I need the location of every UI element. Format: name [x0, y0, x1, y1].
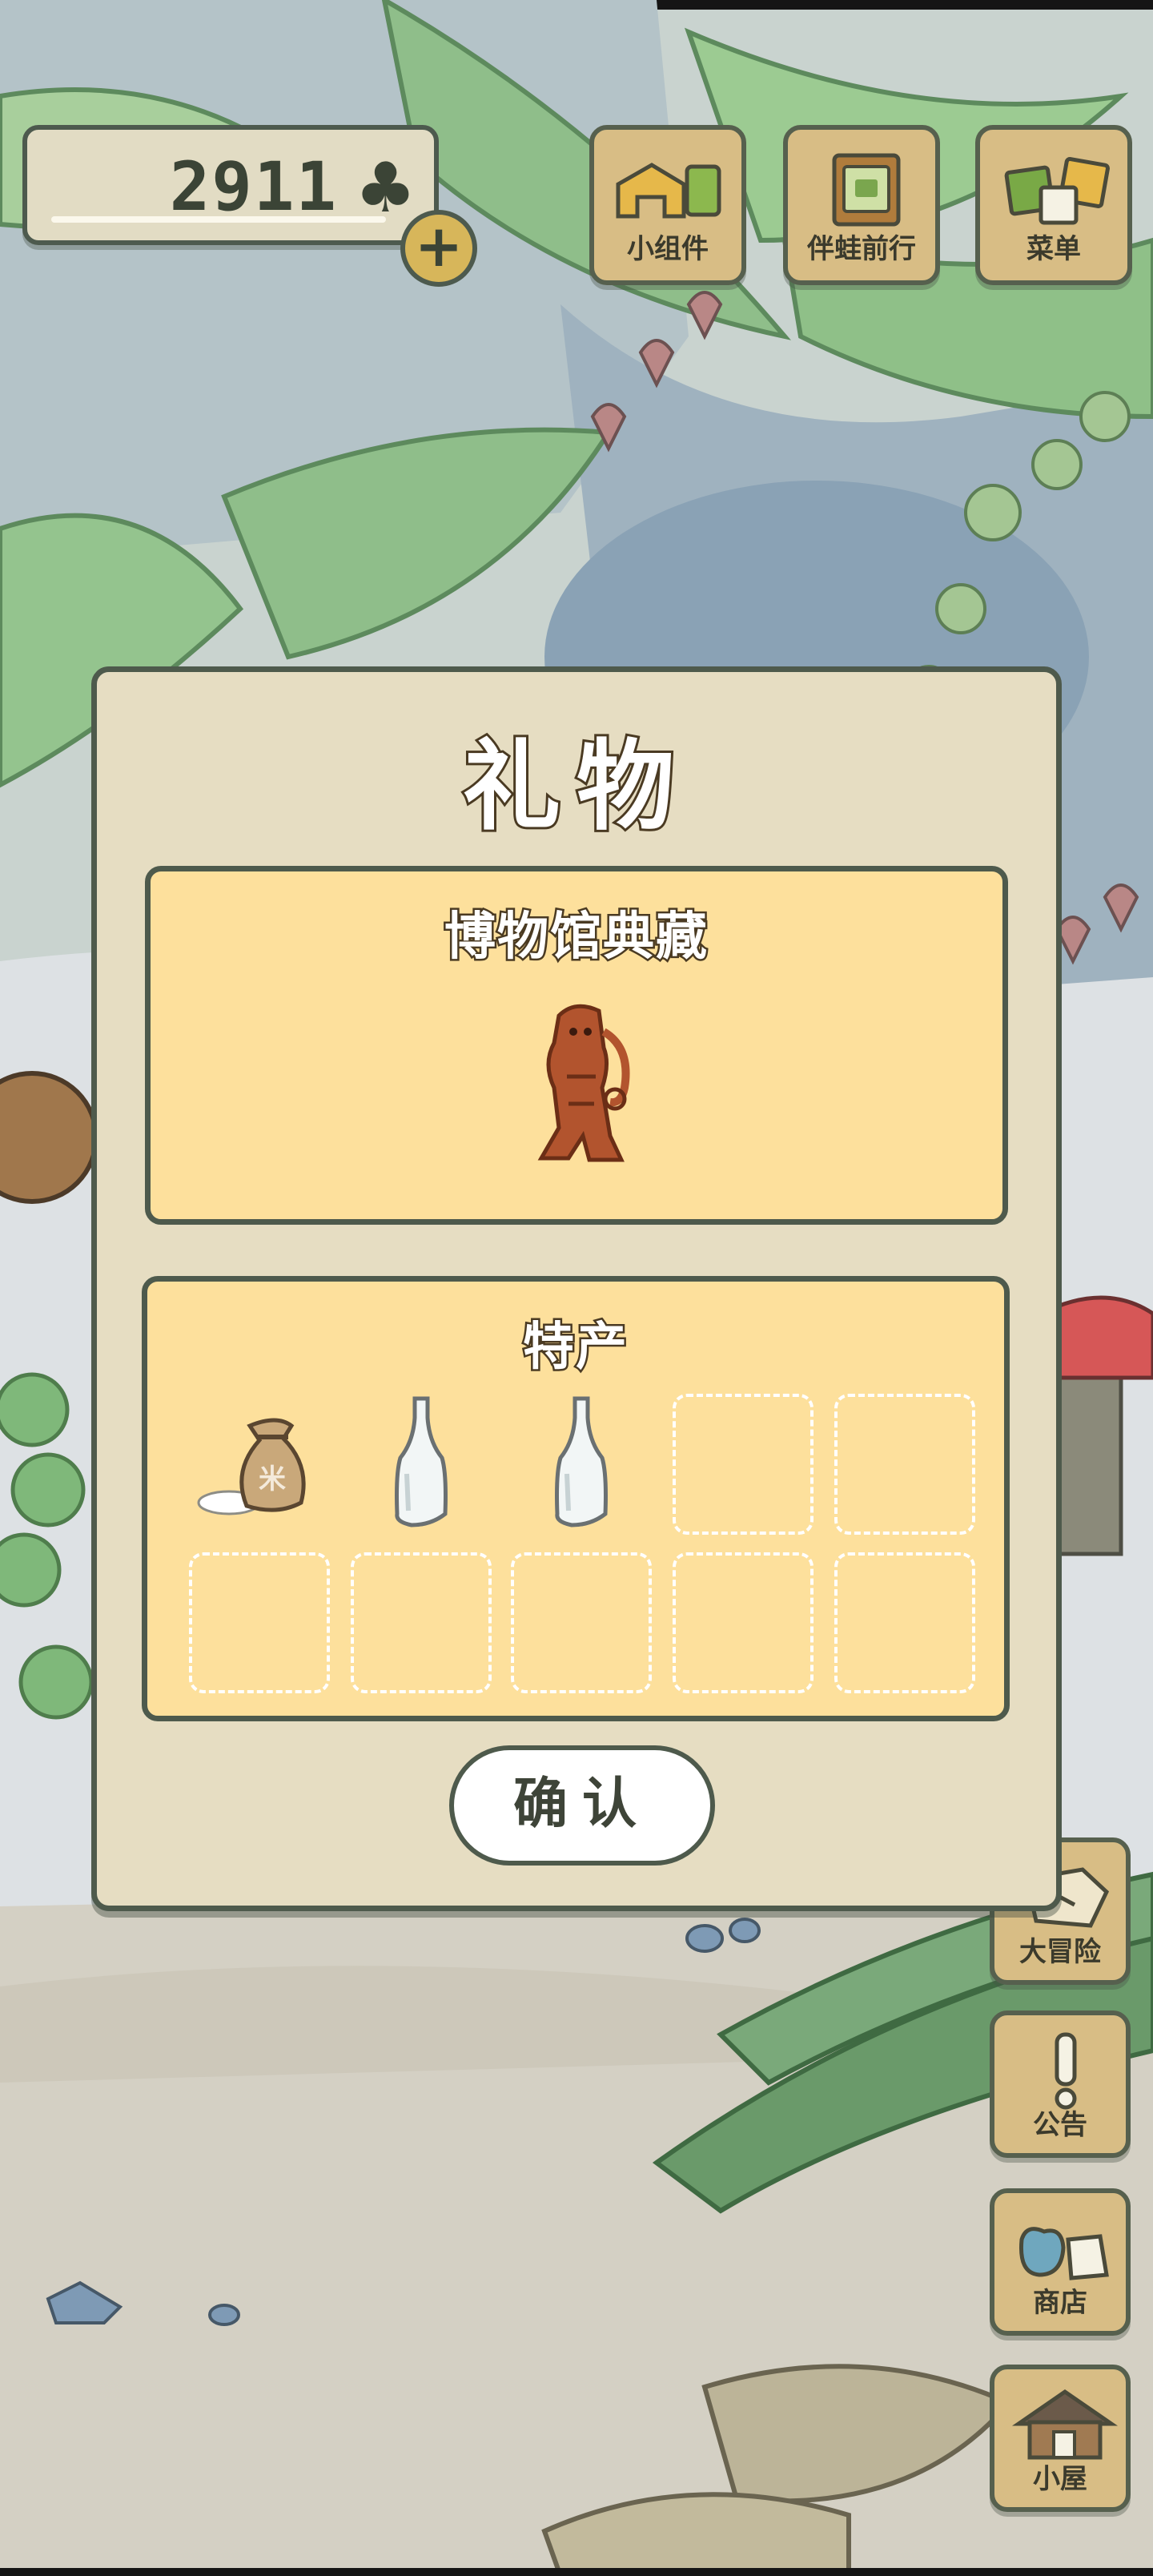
- shop-button-label: 商店: [1033, 2287, 1087, 2319]
- specialty-slot-empty: [511, 1552, 652, 1693]
- specialty-slot-empty: [834, 1394, 975, 1535]
- specialty-slot-empty: [189, 1552, 330, 1693]
- companion-button-label: 伴蛙前行: [807, 233, 916, 265]
- menu-cards-icon: [1004, 157, 1110, 225]
- companion-book-icon: [832, 153, 901, 227]
- adventure-button-label: 大冒险: [1019, 1936, 1101, 1968]
- notice-button-label: 公告: [1033, 2109, 1087, 2141]
- specialty-slot-bottle-1[interactable]: [351, 1394, 492, 1535]
- museum-collection-panel: 博物馆典藏: [145, 866, 1008, 1225]
- house-button-label: 小屋: [1033, 2463, 1087, 2495]
- glass-bottle-icon: [555, 1396, 608, 1527]
- specialty-heading: 特产: [521, 1316, 629, 1379]
- specialty-slot-bottle-2[interactable]: [511, 1394, 652, 1535]
- specialty-panel: 特产 米: [142, 1276, 1010, 1721]
- dialog-title: 礼物: [460, 727, 690, 846]
- menu-button[interactable]: 菜单: [975, 125, 1132, 285]
- notice-icon: [1055, 2032, 1077, 2110]
- gift-dialog: 礼物 博物馆典藏 特产 米 确认: [91, 666, 1062, 1911]
- house-icon: [1011, 2389, 1119, 2460]
- shop-icon: [1018, 2227, 1109, 2280]
- clover-count: 2911: [169, 147, 338, 226]
- clay-figurine-icon[interactable]: [527, 1000, 639, 1168]
- specialty-slot-empty: [673, 1552, 814, 1693]
- add-clover-button[interactable]: +: [400, 210, 477, 287]
- menu-button-label: 菜单: [1026, 233, 1081, 265]
- currency-display: 2911 ♣: [22, 125, 439, 245]
- clover-icon: ♣: [354, 148, 416, 228]
- confirm-button[interactable]: 确认: [449, 1745, 715, 1866]
- currency-underline: [51, 216, 386, 223]
- museum-collection-heading: 博物馆典藏: [443, 906, 709, 969]
- companion-button[interactable]: 伴蛙前行: [783, 125, 940, 285]
- widget-icon: [616, 163, 721, 219]
- specialty-slot-empty: [834, 1552, 975, 1693]
- notice-button[interactable]: 公告: [990, 2010, 1131, 2158]
- specialty-slot-empty: [351, 1552, 492, 1693]
- widget-button[interactable]: 小组件: [589, 125, 746, 285]
- widget-button-label: 小组件: [627, 233, 709, 265]
- shop-button[interactable]: 商店: [990, 2188, 1131, 2336]
- house-button[interactable]: 小屋: [990, 2365, 1131, 2512]
- specialty-slot-rice-bag[interactable]: 米: [189, 1394, 330, 1535]
- specialty-slot-empty: [673, 1394, 814, 1535]
- rice-bag-text: 米: [259, 1463, 286, 1495]
- glass-bottle-icon: [395, 1396, 448, 1527]
- rice-bag-icon: 米: [197, 1418, 306, 1515]
